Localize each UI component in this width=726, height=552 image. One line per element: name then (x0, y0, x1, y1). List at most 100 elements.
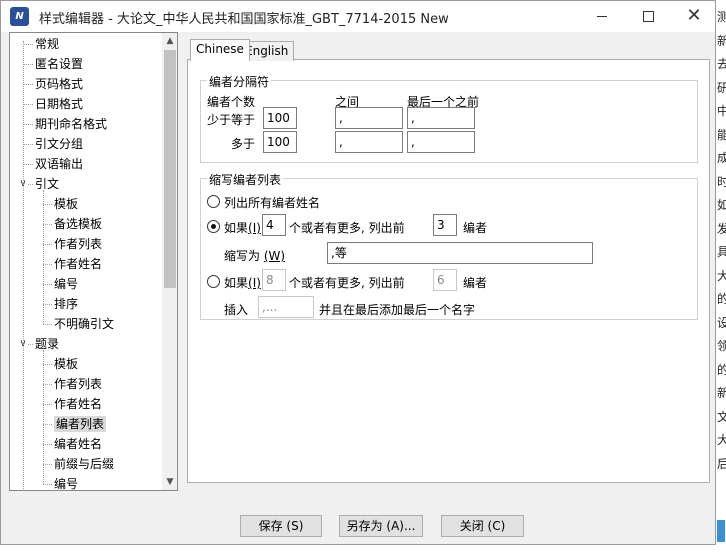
save-button[interactable]: 保存 (S) (240, 515, 322, 537)
tree-item-label: 双语输出 (35, 157, 84, 171)
tree-item[interactable]: 作者姓名 (54, 394, 102, 414)
list-all-label[interactable]: 列出所有编者姓名 (224, 194, 320, 211)
background-document-strip: 测新去研中能成时如发具大的设领的新文大后 (717, 0, 726, 552)
tree-item[interactable]: 匿名设置 (35, 54, 83, 74)
tree-connector (43, 404, 52, 405)
col-editor-count: 编者个数 (207, 95, 256, 109)
tree-item-label: 前缀与后缀 (54, 457, 115, 471)
option2-first-input[interactable]: 6 (433, 269, 457, 291)
row1-count-input[interactable]: 100 (263, 107, 297, 129)
background-text-char: 如 (717, 198, 726, 212)
option2-label[interactable]: 如果(I) (224, 274, 261, 291)
tree-item[interactable]: 作者列表 (54, 374, 102, 394)
tree-item-label: 备选模板 (54, 217, 103, 231)
option1-count-input[interactable]: 4 (262, 214, 286, 236)
tree-item[interactable]: 编者姓名 (54, 434, 102, 454)
background-text-char: 后 (717, 456, 726, 471)
tree-item[interactable]: 不明确引文 (54, 314, 114, 334)
tree-connector (43, 190, 44, 324)
option2-count-input[interactable]: 8 (262, 269, 286, 291)
abbreviate-as-input[interactable]: ,等 (327, 242, 593, 264)
tree-item[interactable]: 前缀与后缀 (54, 454, 114, 474)
radio-abbreviate-option1[interactable] (207, 220, 220, 233)
row2-label: 多于 (231, 137, 256, 151)
background-text-char: 中 (717, 104, 726, 118)
background-text-char: 新 (717, 386, 726, 400)
background-text-char: 时 (717, 174, 726, 189)
tree-item[interactable]: 作者姓名 (54, 254, 102, 274)
tree-item[interactable]: 题录 (35, 334, 59, 354)
tree-item-label: 日期格式 (35, 97, 84, 111)
tree-item-label: 不明确引文 (54, 317, 115, 331)
insert-input[interactable]: ,... (258, 296, 314, 318)
tree-connector (43, 444, 52, 445)
tree-connector (43, 384, 52, 385)
background-text-char: 领 (717, 339, 726, 353)
insert-suffix-text: 并且在最后添加最后一个名字 (319, 303, 476, 317)
close-window-button[interactable]: ✕ (671, 1, 717, 32)
tree-scrollbar[interactable]: ▲ ▼ (162, 33, 177, 490)
title-bar: N 样式编辑器 - 大论文_中华人民共和国国家标准_GBT_7714-2015 … (1, 1, 715, 32)
radio-list-all[interactable] (207, 195, 220, 208)
background-text-char: 去 (717, 57, 726, 71)
tree-item[interactable]: 页码格式 (35, 74, 83, 94)
tree-connector (43, 204, 52, 205)
minimize-button[interactable] (579, 1, 625, 32)
tree-connector (43, 484, 52, 485)
tree-item-label: 作者姓名 (54, 257, 103, 271)
tree-connector (43, 304, 52, 305)
tree-item-label: 作者列表 (54, 377, 103, 391)
tree-connector (23, 41, 24, 490)
row2-last-input[interactable]: , (407, 131, 475, 153)
background-text-char: 的 (717, 362, 726, 377)
background-text-char: 的 (717, 292, 726, 306)
tree-item-label: 匿名设置 (35, 57, 84, 71)
tree-item[interactable]: 编号 (54, 474, 79, 491)
tree-item-label: 题录 (35, 337, 60, 351)
tree-item-label: 编者列表 (54, 416, 107, 432)
tree-item[interactable]: 日期格式 (35, 94, 83, 114)
row1-between-input[interactable]: , (335, 107, 403, 129)
row2-count-input[interactable]: 100 (263, 131, 297, 153)
radio-abbreviate-option2[interactable] (207, 275, 220, 288)
tree-connector (43, 324, 52, 325)
style-editor-window: N 样式编辑器 - 大论文_中华人民共和国国家标准_GBT_7714-2015 … (0, 0, 716, 545)
tree-item[interactable]: 作者列表 (54, 234, 102, 254)
row1-last-input[interactable]: , (407, 107, 475, 129)
option1-first-input[interactable]: 3 (433, 214, 457, 236)
background-text-char: 能 (717, 127, 726, 142)
background-text-char: 大 (717, 433, 726, 447)
background-text-char: 具 (717, 245, 726, 259)
tree-item[interactable]: 双语输出 (35, 154, 83, 174)
settings-tree: ▲ ▼ 常规 匿名设置 页码格式 日期格式 期刊命名格式 引文分组 双语输出 引文 ∨ 模板 备选模… (9, 32, 178, 491)
tab-chinese[interactable]: Chinese (190, 39, 250, 61)
close-button[interactable]: 关闭 (C) (441, 515, 524, 537)
option1-unit: 编者 (463, 221, 488, 235)
tree-item-label: 页码格式 (35, 77, 84, 91)
save-as-button[interactable]: 另存为 (A)... (339, 515, 423, 537)
tree-item[interactable]: 模板 (54, 354, 78, 374)
tree-connector (23, 64, 33, 65)
tree-item[interactable]: 期刊命名格式 (35, 114, 107, 134)
scroll-thumb[interactable] (164, 50, 176, 288)
tree-item[interactable]: 编者列表 (54, 414, 107, 434)
tree-connector (43, 364, 52, 365)
tree-connector (23, 124, 33, 125)
scroll-up-arrow[interactable]: ▲ (162, 33, 177, 49)
tree-connector (23, 144, 33, 145)
option1-label[interactable]: 如果(I) (224, 219, 261, 236)
tree-item[interactable]: 备选模板 (54, 214, 102, 234)
row2-between-input[interactable]: , (335, 131, 403, 153)
app-icon: N (10, 7, 29, 26)
tree-item-label: 编号 (54, 477, 79, 491)
tree-item[interactable]: 引文 (35, 174, 59, 194)
maximize-button[interactable] (625, 1, 671, 32)
tree-item[interactable]: 排序 (54, 294, 78, 314)
tree-item[interactable]: 模板 (54, 194, 78, 214)
tree-connector (23, 44, 33, 45)
minimize-icon (597, 15, 607, 17)
tree-item[interactable]: 引文分组 (35, 134, 83, 154)
scroll-down-arrow[interactable]: ▼ (162, 474, 177, 490)
tree-item[interactable]: 常规 (35, 34, 59, 54)
tree-item[interactable]: 编号 (54, 274, 78, 294)
